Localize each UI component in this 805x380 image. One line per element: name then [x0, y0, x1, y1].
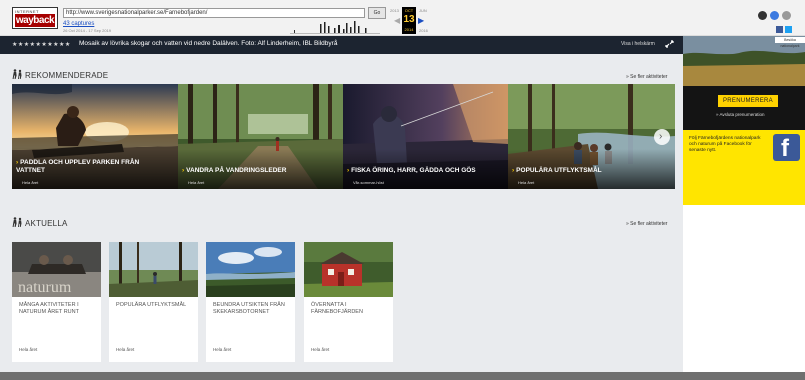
slideshow-dots[interactable]: ★★★★★★★★★★ [12, 41, 71, 48]
hikers-icon [12, 217, 22, 227]
wayback-current-date: OCT 13 2014 [402, 7, 416, 34]
wayback-next-month[interactable]: JUN [419, 8, 427, 13]
rec-card-subtitle: Vår-sommar-höst [353, 180, 384, 185]
wayback-logo-word: wayback [15, 14, 55, 27]
sidebar-search-button[interactable]: Besöka nationalpark [775, 37, 805, 48]
cur-card-popular[interactable]: POPULÄRA UTFLYKTSMÅL Hela året [109, 242, 198, 362]
facebook-logo-icon[interactable]: f [773, 134, 800, 162]
rec-card-subtitle: Hela året [188, 180, 205, 185]
rec-card-title: › FISKA ÖRING, HARR, GÄDDA OCH GÖS [347, 167, 476, 174]
current-title: AKTUELLA [25, 219, 68, 228]
naturum-sign-text: naturum [18, 279, 72, 296]
cur-card-title: POPULÄRA UTFLYKTSMÅL [116, 302, 187, 308]
wayback-capture-sparkline[interactable] [290, 20, 380, 34]
wayback-toolbar: INTERNET ARCHIVE wayback http://www.sver… [0, 0, 805, 36]
photo-caption-bar: ★★★★★★★★★★ Mosaik av lövrika skogar och … [0, 36, 683, 54]
wayback-controls [758, 7, 800, 20]
cur-card-cabin[interactable]: ÖVERNATTA I FÄRNEBOFJÄRDEN Hela året [304, 242, 393, 362]
browser-bottom-edge [0, 372, 805, 380]
wayback-next-year[interactable]: 2016 [419, 28, 428, 33]
rec-card-hiking[interactable]: › VANDRA PÅ VANDRINGSLEDER Hela året [178, 84, 343, 189]
cur-card-view-image [206, 242, 295, 297]
chevron-right-icon: › [659, 131, 663, 142]
cur-card-popular-image [109, 242, 198, 297]
cur-card-title: MÅNGA AKTIVITETER I NATURUM ÅRET RUNT [19, 302, 79, 315]
wayback-year: 2014 [404, 27, 414, 32]
cur-card-subtitle: Hela året [19, 347, 38, 352]
rec-card-title: › VANDRA PÅ VANDRINGSLEDER [182, 167, 287, 174]
close-icon[interactable] [782, 11, 791, 20]
recommended-more-link[interactable]: » Se fler aktiviteter [626, 74, 667, 80]
subscribe-button[interactable]: PRENUMERERA [718, 95, 778, 107]
wayback-capture-range: 26 Oct 2014 - 17 Sep 2019 [63, 28, 112, 33]
cur-card-title: ÖVERNATTA I FÄRNEBOFJÄRDEN [311, 302, 363, 315]
wayback-month: OCT [404, 8, 414, 13]
fullscreen-link[interactable]: Visa i helskärm [621, 41, 655, 47]
unsubscribe-link[interactable]: » Avsluta prenumeration [716, 112, 764, 117]
cur-card-subtitle: Hela året [213, 347, 232, 352]
facebook-promo-text: Följ Färnebofjärdens nationalpark och na… [689, 136, 761, 153]
cur-card-title: BEUNDRA UTSIKTEN FRÅN SKEKARSBOTORNET [213, 302, 285, 315]
cur-card-naturum[interactable]: naturum MÅNGA AKTIVITETER I NATURUM ÅRET… [12, 242, 101, 362]
wayback-logo[interactable]: INTERNET ARCHIVE wayback [12, 7, 58, 29]
wayback-prev-year[interactable]: 2013 [390, 8, 399, 13]
recommended-title: REKOMMENDERADE [25, 71, 109, 80]
wayback-url-input[interactable]: http://www.sverigesnationalparker.se/Far… [63, 8, 365, 18]
cur-card-subtitle: Hela året [311, 347, 330, 352]
twitter-icon[interactable] [785, 26, 792, 33]
cur-card-subtitle: Hela året [116, 347, 135, 352]
cur-card-cabin-image [304, 242, 393, 297]
wayback-day: 13 [403, 14, 415, 25]
info-icon[interactable] [770, 11, 779, 20]
rec-card-subtitle: Hela året [22, 180, 39, 185]
cur-card-view[interactable]: BEUNDRA UTSIKTEN FRÅN SKEKARSBOTORNET He… [206, 242, 295, 362]
rec-card-fishing[interactable]: › FISKA ÖRING, HARR, GÄDDA OCH GÖS Vår-so… [343, 84, 508, 189]
current-heading: AKTUELLA [12, 217, 68, 228]
rec-card-paddling[interactable]: › PADDLA OCH UPPLEV PARKEN FRÅN VATTNET H… [12, 84, 178, 189]
facebook-icon[interactable] [776, 26, 783, 33]
rec-card-title: › POPULÄRA UTFLYKTSMÅL [512, 167, 602, 174]
facebook-promo[interactable]: Följ Färnebofjärdens nationalpark och na… [683, 130, 805, 205]
current-more-link[interactable]: » Se fler aktiviteter [626, 221, 667, 227]
wayback-prev-arrow-icon[interactable]: ◀ [394, 16, 400, 25]
recommended-heading: REKOMMENDERADE [12, 69, 108, 80]
rec-card-subtitle: Hela året [518, 180, 535, 185]
help-icon[interactable] [758, 11, 767, 20]
rec-card-popular[interactable]: › POPULÄRA UTFLYKTSMÅL Hela året [508, 84, 675, 189]
hikers-icon [12, 69, 22, 79]
carousel-next-button[interactable]: › [654, 129, 670, 145]
wayback-captures-link[interactable]: 43 captures [63, 21, 94, 27]
expand-icon[interactable] [665, 40, 674, 48]
wayback-next-arrow-icon[interactable]: ▶ [418, 16, 424, 25]
photo-caption: Mosaik av lövrika skogar och vatten vid … [79, 40, 338, 47]
wayback-social [776, 20, 802, 33]
rec-card-title: › PADDLA OCH UPPLEV PARKEN FRÅN VATTNET [16, 159, 140, 174]
cur-card-naturum-image: naturum [12, 242, 101, 297]
wayback-go-button[interactable]: Go [368, 7, 386, 19]
